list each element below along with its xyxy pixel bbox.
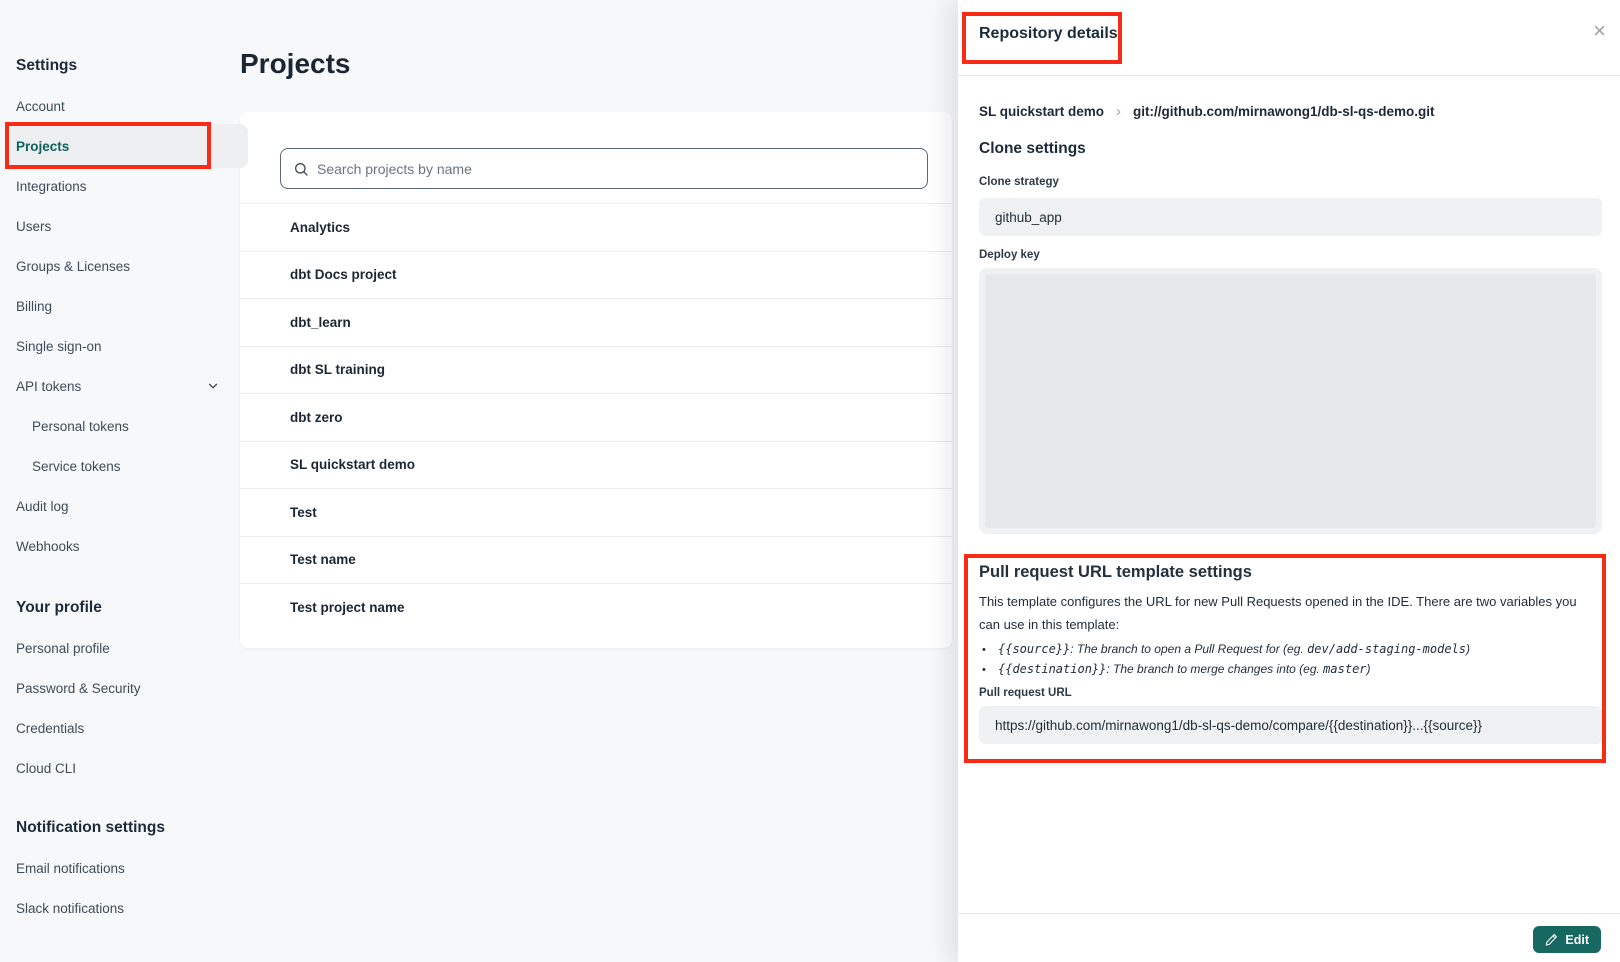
app-root: Settings Account Projects Integrations U…: [0, 0, 1620, 962]
sidebar-item-api-tokens[interactable]: API tokens: [16, 366, 230, 406]
sidebar-item-projects[interactable]: Projects: [16, 126, 230, 166]
clone-strategy-label: Clone strategy: [979, 176, 1059, 188]
sidebar-item-service-tokens[interactable]: Service tokens: [16, 446, 230, 486]
sidebar-item-password-security[interactable]: Password & Security: [16, 668, 230, 708]
variable-source-suffix: ): [1466, 642, 1470, 656]
sidebar-item-credentials[interactable]: Credentials: [16, 708, 230, 748]
project-search-box: [280, 148, 928, 189]
project-row-dbt-learn[interactable]: dbt_learn: [240, 298, 952, 346]
project-row-dbt-zero[interactable]: dbt zero: [240, 393, 952, 441]
projects-card: Analytics dbt Docs project dbt_learn dbt…: [240, 112, 952, 648]
project-row-dbt-sl-training[interactable]: dbt SL training: [240, 346, 952, 394]
pull-request-variable-list: • {{source}}: The branch to open a Pull …: [982, 640, 1470, 680]
edit-button[interactable]: Edit: [1533, 926, 1601, 953]
sidebar-item-slack-notifications[interactable]: Slack notifications: [16, 888, 230, 928]
sidebar-item-email-notifications[interactable]: Email notifications: [16, 848, 230, 888]
variable-destination-example: master: [1323, 662, 1366, 676]
breadcrumb: SL quickstart demo › git://github.com/mi…: [979, 103, 1435, 120]
deploy-key-label: Deploy key: [979, 249, 1040, 261]
breadcrumb-chevron-icon: ›: [1116, 103, 1121, 120]
variable-destination-code: {{destination}}: [998, 662, 1106, 676]
pull-request-section-heading: Pull request URL template settings: [979, 563, 1252, 582]
project-row-test-name[interactable]: Test name: [240, 536, 952, 584]
sidebar-item-audit-log[interactable]: Audit log: [16, 486, 230, 526]
sidebar-item-account[interactable]: Account: [16, 86, 230, 126]
sidebar-heading-notification-settings: Notification settings: [16, 808, 230, 848]
sidebar-item-cloud-cli[interactable]: Cloud CLI: [16, 748, 230, 788]
sidebar-item-groups-licenses[interactable]: Groups & Licenses: [16, 246, 230, 286]
sidebar-heading-settings: Settings: [16, 46, 230, 86]
sidebar-item-webhooks[interactable]: Webhooks: [16, 526, 230, 566]
repository-details-panel: Repository details × SL quickstart demo …: [958, 0, 1620, 962]
clone-strategy-field: github_app: [979, 198, 1602, 236]
sidebar-item-users[interactable]: Users: [16, 206, 230, 246]
pull-request-url-label: Pull request URL: [979, 687, 1072, 699]
breadcrumb-repo-url: git://github.com/mirnawong1/db-sl-qs-dem…: [1133, 104, 1434, 119]
sidebar-item-personal-profile[interactable]: Personal profile: [16, 628, 230, 668]
project-row-analytics[interactable]: Analytics: [240, 203, 952, 251]
project-row-sl-quickstart-demo[interactable]: SL quickstart demo: [240, 441, 952, 489]
variable-source-example: dev/add-staging-models: [1307, 642, 1466, 656]
panel-header-divider: [958, 75, 1620, 76]
project-row-dbt-docs-project[interactable]: dbt Docs project: [240, 251, 952, 299]
pencil-icon: [1545, 933, 1558, 946]
variable-destination-suffix: ): [1367, 662, 1371, 676]
clone-settings-heading: Clone settings: [979, 140, 1086, 158]
sidebar-heading-your-profile: Your profile: [16, 588, 230, 628]
bullet-icon: •: [982, 641, 998, 660]
sidebar-item-billing[interactable]: Billing: [16, 286, 230, 326]
project-row-test-project-name[interactable]: Test project name: [240, 583, 952, 631]
deploy-key-field: [979, 268, 1602, 534]
panel-footer-divider: [958, 913, 1620, 914]
sidebar-item-personal-tokens[interactable]: Personal tokens: [16, 406, 230, 446]
bullet-icon: •: [982, 661, 998, 680]
pull-request-url-field: https://github.com/mirnawong1/db-sl-qs-d…: [979, 706, 1602, 744]
chevron-down-icon: [206, 379, 220, 393]
panel-title: Repository details: [979, 25, 1118, 43]
variable-destination-text: : The branch to merge changes into (eg.: [1106, 662, 1323, 676]
search-input[interactable]: [317, 161, 915, 177]
list-item: • {{destination}}: The branch to merge c…: [982, 660, 1470, 680]
page-title: Projects: [240, 48, 351, 80]
project-row-test[interactable]: Test: [240, 488, 952, 536]
pull-request-description: This template configures the URL for new…: [979, 590, 1579, 636]
project-list: Analytics dbt Docs project dbt_learn dbt…: [240, 203, 952, 631]
deploy-key-value-box: [985, 274, 1596, 528]
breadcrumb-project-name: SL quickstart demo: [979, 104, 1104, 119]
edit-button-label: Edit: [1565, 933, 1589, 947]
variable-source-code: {{source}}: [998, 642, 1070, 656]
settings-sidebar: Settings Account Projects Integrations U…: [16, 46, 230, 928]
variable-source-text: : The branch to open a Pull Request for …: [1070, 642, 1307, 656]
sidebar-item-integrations[interactable]: Integrations: [16, 166, 230, 206]
close-icon[interactable]: ×: [1593, 20, 1606, 42]
search-icon: [293, 161, 309, 177]
sidebar-item-single-sign-on[interactable]: Single sign-on: [16, 326, 230, 366]
list-item: • {{source}}: The branch to open a Pull …: [982, 640, 1470, 660]
